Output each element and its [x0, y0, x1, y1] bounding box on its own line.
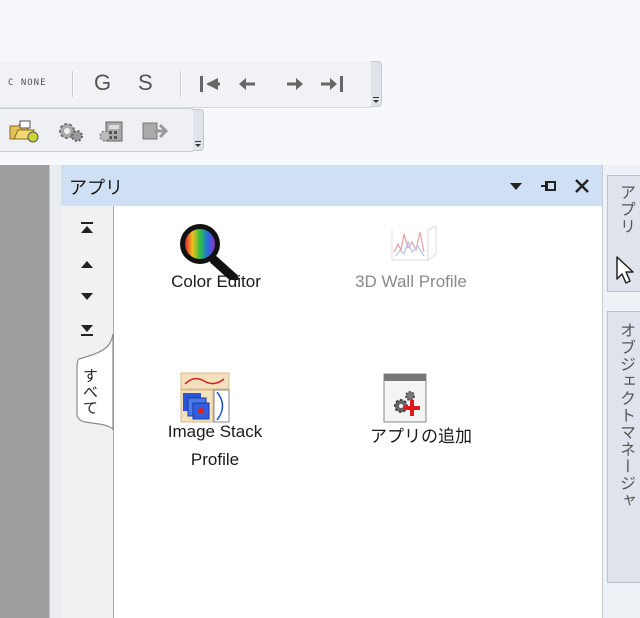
- toolbar-overflow-button[interactable]: [371, 61, 382, 107]
- app-panel-header: アプリ: [61, 165, 602, 207]
- g-button[interactable]: G: [94, 70, 111, 96]
- category-tab-label: すべて: [81, 368, 99, 416]
- wall-profile-icon: [391, 225, 437, 261]
- scroll-up-icon[interactable]: [79, 258, 95, 270]
- app-label: 3D Wall Profile: [355, 272, 467, 291]
- gear-tool-icon[interactable]: [56, 119, 86, 143]
- app-label-line2: Profile: [190, 450, 240, 469]
- scroll-down-icon[interactable]: [79, 291, 95, 303]
- remove-tool-icon[interactable]: [140, 119, 170, 143]
- playback-toolbar: C NONE G S: [0, 61, 382, 108]
- close-icon[interactable]: [573, 177, 591, 195]
- toolbar-overflow-button[interactable]: [193, 109, 204, 151]
- category-tab-all[interactable]: すべて: [53, 334, 114, 430]
- pin-icon[interactable]: [539, 177, 559, 195]
- app-label: Color Editor: [171, 272, 261, 291]
- calculator-icon[interactable]: [98, 119, 128, 143]
- app-label: Image Stack: [167, 422, 263, 441]
- add-app-icon: [383, 373, 427, 423]
- sidebar-tab-label: アプリ: [617, 184, 636, 235]
- toolbar-separator: [180, 71, 182, 97]
- category-column: すべて: [61, 206, 114, 618]
- display-mode-button[interactable]: C NONE: [8, 78, 47, 88]
- image-stack-profile-icon: [180, 372, 230, 423]
- open-folder-icon[interactable]: [8, 119, 44, 143]
- app-add-app[interactable]: アプリの追加: [366, 372, 476, 472]
- dropdown-icon[interactable]: [507, 177, 525, 195]
- sidebar-tab-apps[interactable]: アプリ: [607, 175, 640, 292]
- right-dock-sidebar: アプリ オブジェクトマネージャ: [602, 165, 640, 618]
- next-frame-icon[interactable]: [284, 74, 306, 94]
- panel-title: アプリ: [69, 178, 123, 199]
- sidebar-tab-object-manager[interactable]: オブジェクトマネージャ: [607, 311, 640, 583]
- app-label: アプリの追加: [370, 427, 472, 446]
- s-button[interactable]: S: [138, 70, 153, 96]
- app-3d-wall-profile[interactable]: 3D Wall Profile: [326, 222, 496, 307]
- first-frame-icon[interactable]: [198, 74, 222, 94]
- scroll-top-icon[interactable]: [79, 221, 95, 235]
- app-color-editor[interactable]: Color Editor: [146, 222, 286, 307]
- prev-frame-icon[interactable]: [236, 74, 258, 94]
- left-dock-area: [0, 165, 49, 618]
- sidebar-tab-label: オブジェクトマネージャ: [617, 322, 636, 509]
- toolbar-separator: [72, 71, 74, 97]
- app-image-stack-profile[interactable]: Image Stack Profile: [140, 372, 290, 512]
- tools-toolbar: [0, 108, 204, 152]
- mouse-cursor-icon: [616, 256, 634, 284]
- last-frame-icon[interactable]: [318, 74, 346, 94]
